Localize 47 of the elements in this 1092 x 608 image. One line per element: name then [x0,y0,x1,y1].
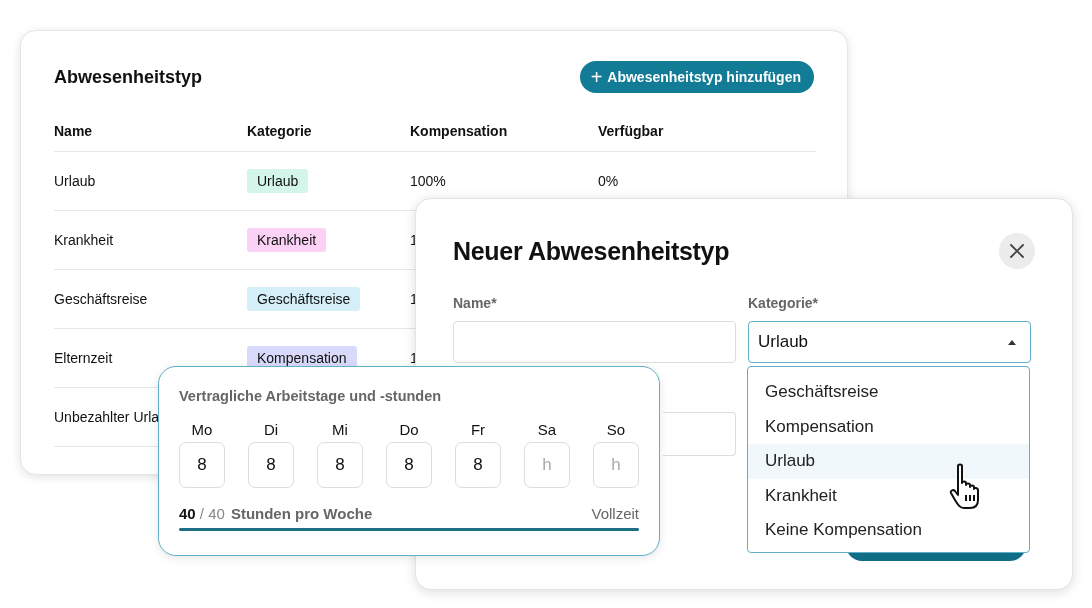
dropdown-option[interactable]: Geschäftsreise [748,375,1029,410]
hours-field[interactable]: 8 [179,442,225,488]
dropdown-option[interactable]: Keine Kompensation [748,513,1029,548]
day-label: Sa [537,421,557,438]
category-tag: Urlaub [247,169,309,193]
hours-total: 40 / 40 [179,505,225,522]
hours-field[interactable]: h [524,442,570,488]
card-title: Abwesenheitstyp [54,66,203,88]
hours-field[interactable]: 8 [248,442,294,488]
hours-unit: Stunden pro Woche [230,505,373,522]
hours-field[interactable]: 8 [455,442,501,488]
dialog-title: Neuer Abwesenheitstyp [453,236,730,266]
dropdown-option[interactable]: Krankheit [748,478,1029,513]
add-button[interactable]: + Abwesenheitstyp hinzufügen [579,61,814,93]
table-cell: Urlaub [54,173,96,189]
day-label: Mi [332,421,348,438]
day-label: Fr [470,421,486,438]
table-cell: Geschäftsreise [54,291,148,307]
table-cell: 0% [598,173,619,189]
column-header: Name [54,123,93,139]
field-label: Kategorie* [748,295,820,311]
day-label: Do [399,421,419,438]
card-title: Vertragliche Arbeitstage und -stunden [179,388,443,404]
table-cell: Unbezahlter Urla [54,409,160,425]
day-label: Mo [191,421,213,438]
dropdown-option[interactable]: Urlaub [748,444,1029,479]
hours-field[interactable]: 8 [317,442,363,488]
category-tag: Geschäftsreise [247,287,361,311]
day-label: Di [263,421,279,438]
input-field[interactable] [663,412,736,456]
table-cell: Krankheit [54,232,114,248]
day-label: So [606,421,626,438]
category-tag: Krankheit [247,228,327,252]
table-cell: Elternzeit [54,350,113,366]
column-header: Kompensation [410,123,508,139]
name-field[interactable] [453,321,736,363]
column-header: Kategorie [247,123,312,139]
hours-field[interactable]: h [593,442,639,488]
column-header: Verfügbar [598,123,664,139]
category-select[interactable]: Urlaub [748,321,1031,363]
dropdown-option[interactable]: Kompensation [748,409,1029,444]
close-icon [1009,243,1025,259]
employment-type: Vollzeit [591,505,639,522]
hours-field[interactable]: 8 [386,442,432,488]
field-label: Name* [453,295,498,311]
close-button[interactable] [999,233,1035,269]
table-cell: 100% [410,173,446,189]
